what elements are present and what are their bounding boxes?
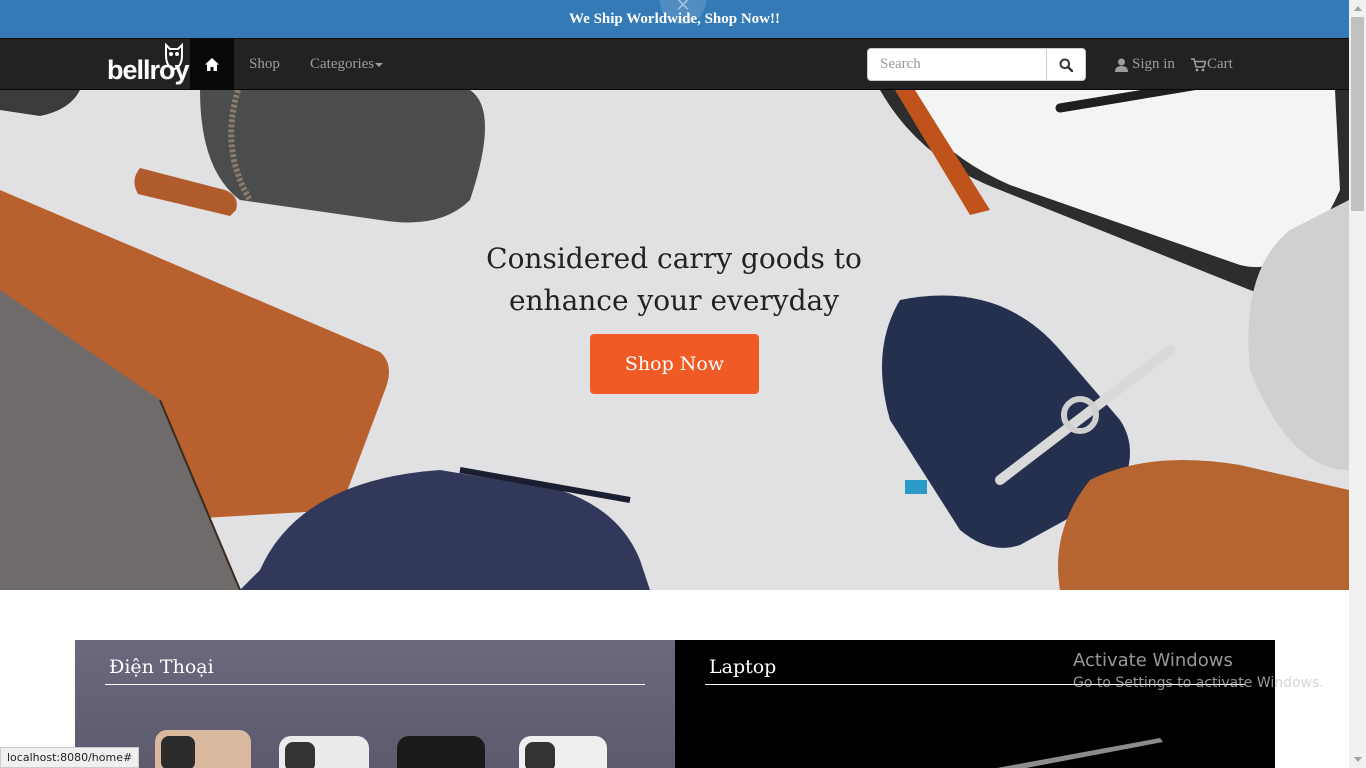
divider bbox=[105, 684, 645, 685]
user-icon bbox=[1115, 58, 1128, 72]
category-title: Điện Thoại bbox=[109, 656, 214, 678]
caret-down-icon bbox=[375, 62, 384, 67]
windows-activation-watermark: Activate Windows Go to Settings to activ… bbox=[1073, 650, 1324, 691]
signin-link[interactable]: Sign in bbox=[1115, 39, 1175, 90]
scroll-down-icon[interactable] bbox=[1349, 751, 1366, 768]
shop-now-button[interactable]: Shop Now bbox=[590, 334, 759, 394]
signin-label: Sign in bbox=[1132, 56, 1175, 72]
search-form bbox=[867, 48, 1086, 81]
status-url: localhost:8080/home# bbox=[0, 747, 140, 768]
search-input[interactable] bbox=[867, 48, 1047, 81]
nav-shop-link[interactable]: Shop bbox=[249, 39, 280, 90]
home-button[interactable] bbox=[190, 39, 234, 90]
hero-title-line-1: Considered carry goods to bbox=[486, 242, 862, 275]
promo-banner[interactable]: We Ship Worldwide, Shop Now!! ✕ bbox=[0, 0, 1349, 38]
owl-icon bbox=[165, 42, 183, 71]
hero-banner: Considered carry goods to enhance your e… bbox=[0, 90, 1349, 590]
cart-icon bbox=[1191, 57, 1206, 71]
search-icon bbox=[1059, 58, 1073, 72]
scrollbar-thumb[interactable] bbox=[1351, 17, 1364, 211]
scroll-up-icon[interactable] bbox=[1349, 0, 1366, 17]
watermark-subtitle: Go to Settings to activate Windows. bbox=[1073, 675, 1324, 691]
category-tile-phone[interactable]: Điện Thoại bbox=[75, 640, 675, 768]
nav-categories-dropdown[interactable]: Categories bbox=[310, 39, 384, 90]
categories-label: Categories bbox=[310, 56, 375, 72]
hero-title: Considered carry goods to enhance your e… bbox=[474, 238, 874, 322]
watermark-title: Activate Windows bbox=[1073, 650, 1233, 671]
category-title: Laptop bbox=[709, 656, 777, 678]
phones-image bbox=[155, 730, 607, 768]
home-icon bbox=[205, 58, 219, 71]
cart-label: Cart bbox=[1207, 56, 1233, 72]
laptop-image bbox=[996, 738, 1163, 768]
search-button[interactable] bbox=[1047, 48, 1086, 81]
navbar: bellroy Shop Categories Search Sign in C… bbox=[0, 38, 1349, 90]
vertical-scrollbar[interactable] bbox=[1349, 0, 1366, 768]
cart-link[interactable]: Cart bbox=[1191, 39, 1233, 90]
page: We Ship Worldwide, Shop Now!! ✕ bellroy … bbox=[0, 0, 1366, 768]
brand-logo[interactable]: bellroy bbox=[104, 39, 190, 91]
hero-title-line-2: enhance your everyday bbox=[508, 284, 840, 317]
